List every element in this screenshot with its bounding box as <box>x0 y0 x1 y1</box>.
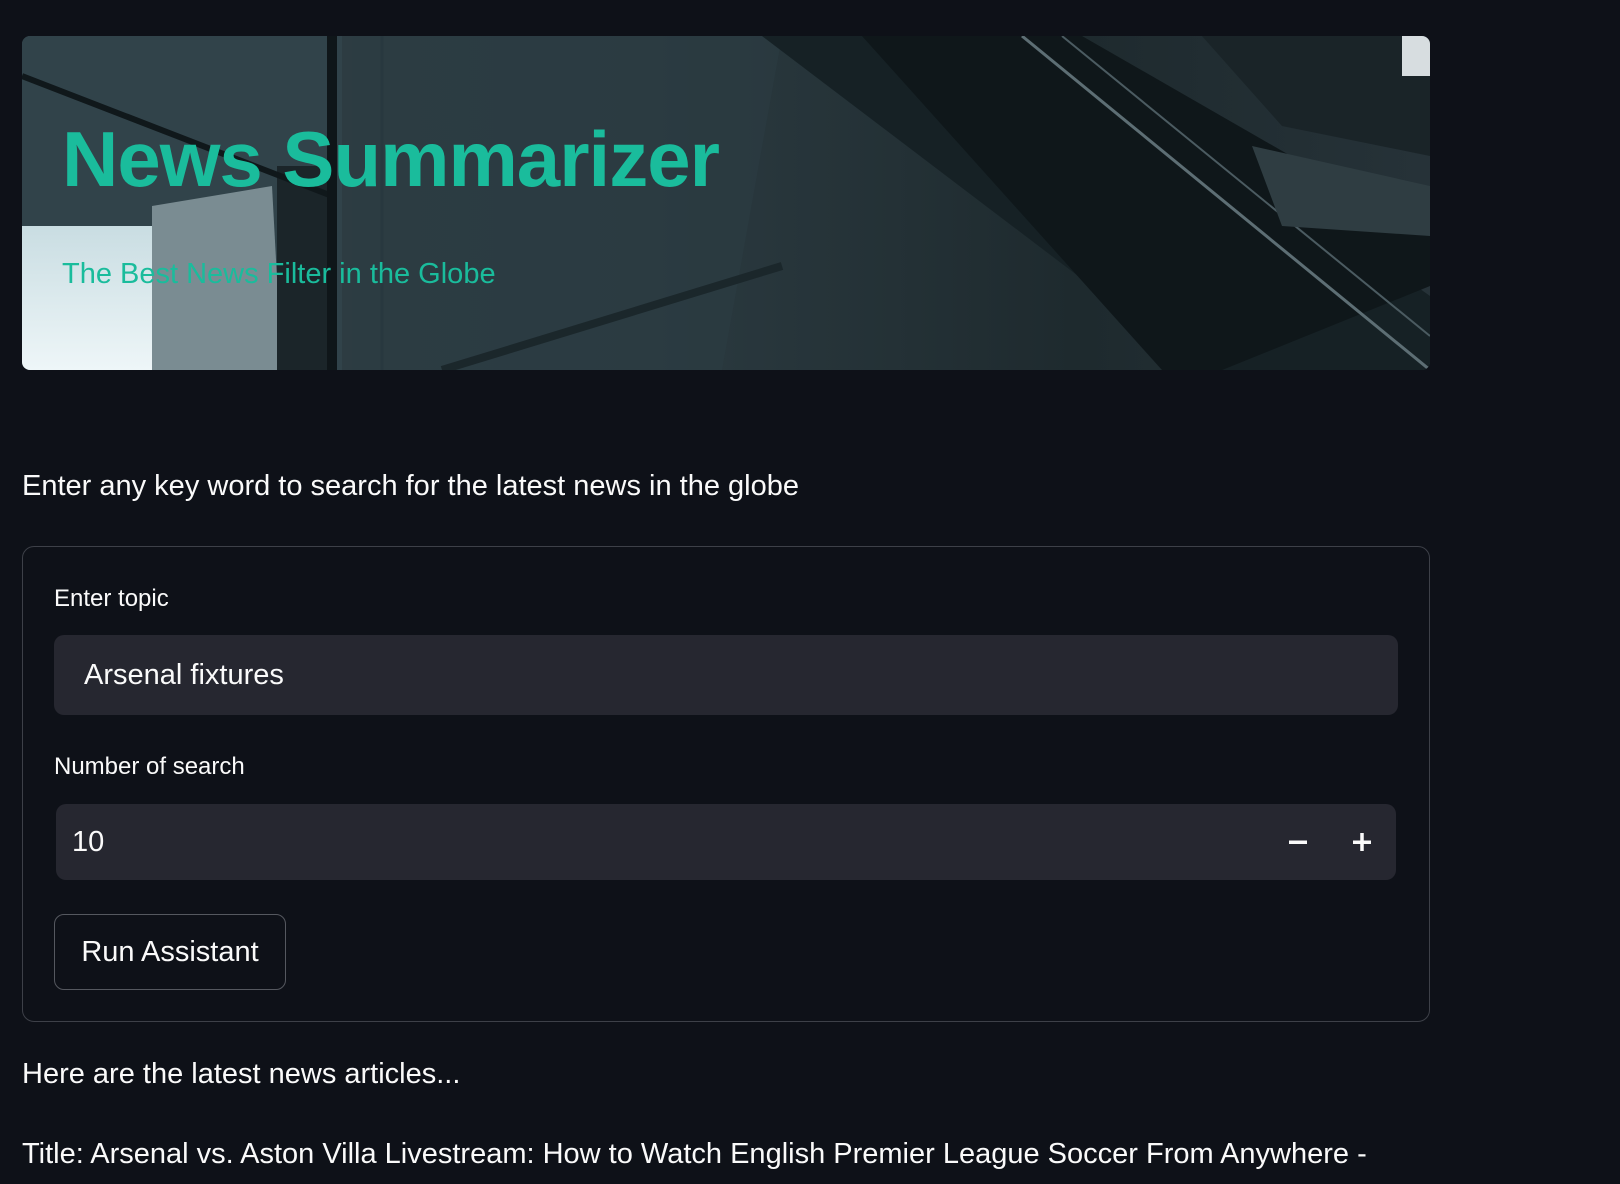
search-count-stepper <box>56 804 1396 880</box>
app-title: News Summarizer <box>62 115 720 203</box>
plus-icon <box>1353 833 1371 851</box>
search-instructions: Enter any key word to search for the lat… <box>22 470 799 502</box>
header-banner: News Summarizer The Best News Filter in … <box>22 36 1430 370</box>
minus-icon <box>1289 840 1307 844</box>
run-assistant-button[interactable]: Run Assistant <box>54 914 286 990</box>
app-page: News Summarizer The Best News Filter in … <box>0 0 1620 1184</box>
search-count-label: Number of search <box>54 753 245 780</box>
search-form: Enter topic Number of search Run Assista… <box>22 546 1430 1022</box>
article-title: Title: Arsenal vs. Aston Villa Livestrea… <box>22 1138 1367 1170</box>
results-heading: Here are the latest news articles... <box>22 1058 461 1090</box>
topic-label: Enter topic <box>54 585 169 612</box>
search-count-input[interactable] <box>56 804 1236 880</box>
topic-input[interactable] <box>54 635 1398 715</box>
app-subtitle: The Best News Filter in the Globe <box>62 258 496 290</box>
increment-button[interactable] <box>1330 804 1394 880</box>
decrement-button[interactable] <box>1266 804 1330 880</box>
